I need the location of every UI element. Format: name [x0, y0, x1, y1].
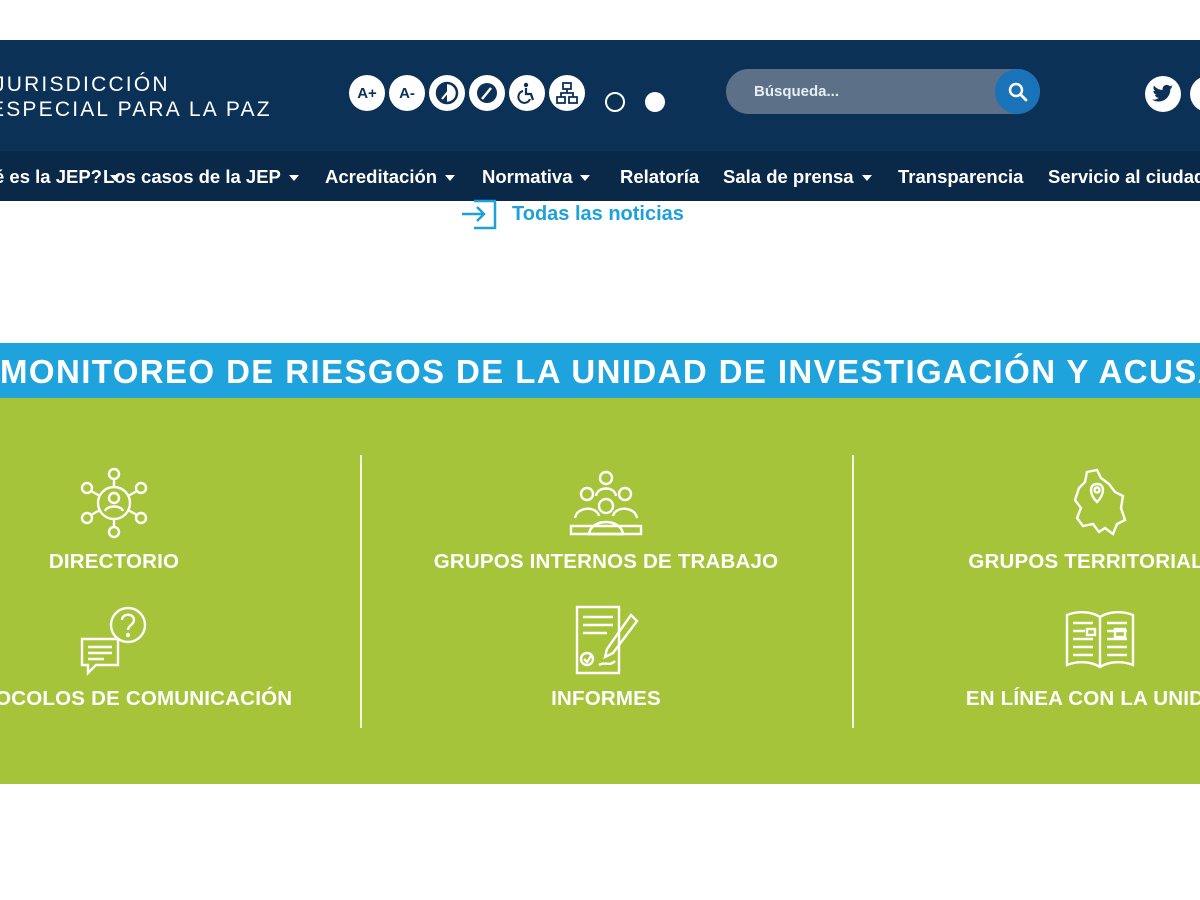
- column-divider: [852, 455, 854, 728]
- tile-label: DIRECTORIO: [48, 550, 180, 573]
- chevron-down-icon: [288, 175, 299, 182]
- all-news-label: Todas las noticias: [512, 202, 684, 225]
- contrast-icon: [435, 81, 459, 105]
- section-banner: MONITOREO DE RIESGOS DE LA UNIDAD DE INV…: [0, 343, 1200, 398]
- sitemap-button[interactable]: [549, 75, 585, 111]
- site-logo[interactable]: JURISDICCIÓN ESPECIAL PARA LA PAZ: [0, 72, 272, 122]
- document-pen-icon: [575, 605, 639, 675]
- dark-mode-button[interactable]: [469, 75, 505, 111]
- tile-label: INFORMES: [551, 687, 661, 710]
- logo-line-2: ESPECIAL PARA LA PAZ: [0, 98, 272, 121]
- column-divider: [360, 455, 362, 728]
- theme-switcher: [605, 92, 665, 112]
- chevron-down-icon: [580, 175, 591, 182]
- accessibility-button[interactable]: [509, 75, 545, 111]
- network-person-icon: [80, 467, 148, 539]
- map-pin-icon: [1073, 468, 1127, 536]
- tile-label: GRUPOS TERRITORIALES: [968, 550, 1200, 573]
- tile-grupos-territoriales[interactable]: GRUPOS TERRITORIALES: [930, 466, 1200, 574]
- open-book-icon: [1065, 611, 1135, 669]
- banner-title: MONITOREO DE RIESGOS DE LA UNIDAD DE INV…: [0, 353, 1200, 390]
- tile-en-linea[interactable]: EN LÍNEA CON LA UNIDAD: [930, 603, 1200, 711]
- theme-dot-outline[interactable]: [605, 92, 625, 112]
- chat-question-icon: [80, 606, 147, 676]
- sitemap-icon: [556, 82, 578, 104]
- accessibility-toolbar: A+ A-: [349, 75, 585, 111]
- tile-grupos-internos[interactable]: GRUPOS INTERNOS DE TRABAJO: [406, 466, 806, 574]
- nav-item-transparencia[interactable]: Transparencia: [898, 151, 1023, 201]
- nav-item-relatoria[interactable]: Relatoría: [620, 151, 699, 201]
- page: JURISDICCIÓN ESPECIAL PARA LA PAZ A+ A-: [0, 0, 1200, 900]
- nav-item-normativa[interactable]: Normativa: [482, 151, 591, 201]
- tile-label: PROTOCOLOS DE COMUNICACIÓN: [0, 687, 293, 710]
- tile-label: EN LÍNEA CON LA UNIDAD: [965, 687, 1200, 710]
- nav-item-servicio-ciudadano[interactable]: Servicio al ciudadano: [1048, 151, 1200, 201]
- nav-item-acreditacion[interactable]: Acreditación: [325, 151, 456, 201]
- all-news-link[interactable]: Todas las noticias: [460, 197, 684, 231]
- font-increase-button[interactable]: A+: [349, 75, 385, 111]
- nav-item-casos[interactable]: Los casos de la JEP: [103, 151, 299, 201]
- search-button[interactable]: [995, 69, 1040, 114]
- tile-informes[interactable]: INFORMES: [456, 603, 756, 711]
- search-icon: [1008, 82, 1027, 101]
- logo-line-1: JURISDICCIÓN: [0, 73, 170, 96]
- search-input[interactable]: [754, 69, 1004, 114]
- nav-item-que-es-jep[interactable]: ¿Qué es la JEP?: [0, 151, 120, 201]
- tile-directorio[interactable]: DIRECTORIO: [14, 466, 214, 574]
- nav-item-sala-prensa[interactable]: Sala de prensa: [723, 151, 872, 201]
- chevron-down-icon: [861, 175, 872, 182]
- chevron-down-icon: [445, 175, 456, 182]
- twitter-link[interactable]: [1145, 76, 1181, 112]
- enter-arrow-icon: [462, 199, 497, 230]
- twitter-icon: [1152, 84, 1174, 102]
- team-icon: [569, 470, 643, 536]
- contrast-button[interactable]: [429, 75, 465, 111]
- font-decrease-button[interactable]: A-: [389, 75, 425, 111]
- search-bar: [726, 69, 1040, 114]
- wheelchair-icon: [517, 82, 535, 104]
- theme-dot-filled[interactable]: [645, 92, 665, 112]
- services-panel: DIRECTORIO GRUPOS INTERNOS DE TRABAJO GR…: [0, 398, 1200, 784]
- tile-protocolos[interactable]: PROTOCOLOS DE COMUNICACIÓN: [0, 603, 292, 711]
- tile-label: GRUPOS INTERNOS DE TRABAJO: [433, 550, 779, 573]
- main-nav: ¿Qué es la JEP? Los casos de la JEP Acre…: [0, 151, 1200, 201]
- contrast-alt-icon: [477, 83, 497, 103]
